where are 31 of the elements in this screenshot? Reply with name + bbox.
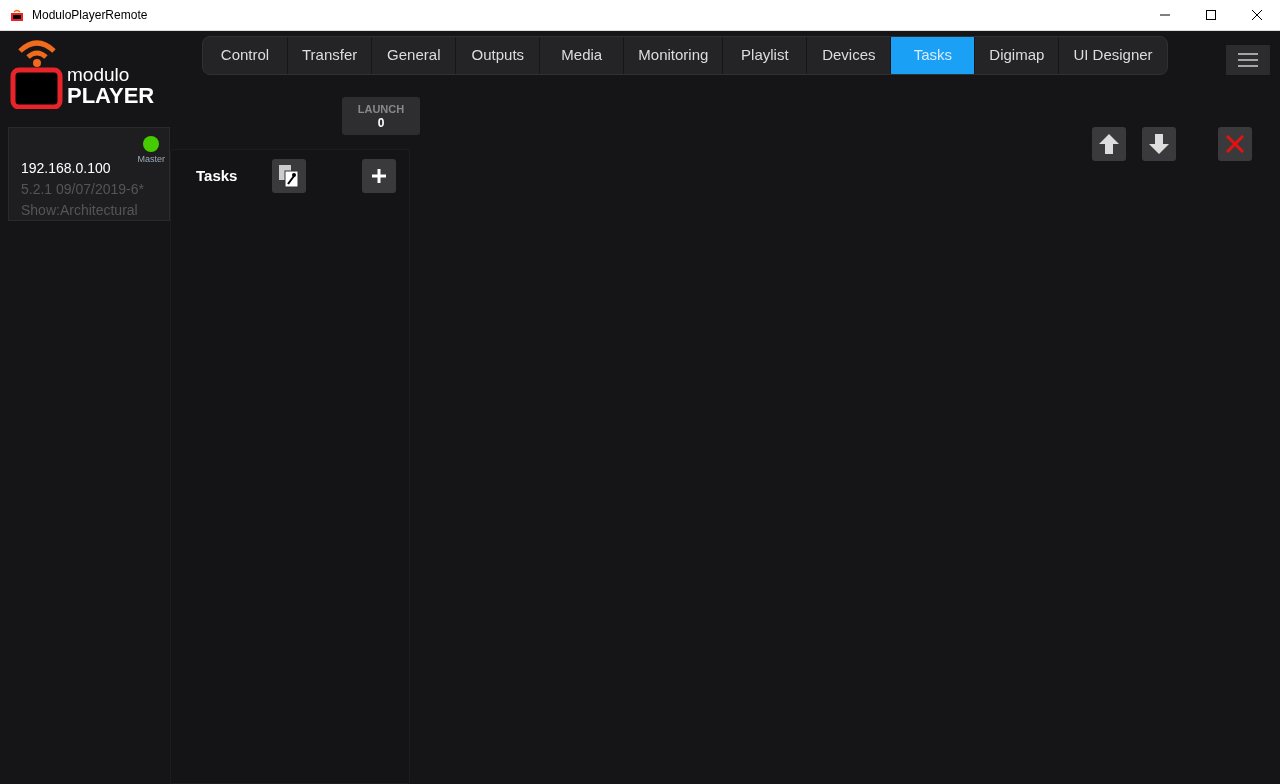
- close-icon: [1252, 10, 1262, 20]
- logo-text: modulo: [67, 65, 131, 85]
- move-down-button[interactable]: [1142, 127, 1176, 161]
- device-ip: 192.168.0.100: [21, 159, 111, 178]
- tab[interactable]: Media: [539, 37, 624, 74]
- tab[interactable]: Outputs: [455, 37, 540, 74]
- window-title: ModuloPlayerRemote: [32, 7, 148, 24]
- plus-icon: [372, 169, 386, 183]
- tab[interactable]: UI Designer: [1058, 37, 1167, 74]
- launch-button[interactable]: LAUNCH 0: [342, 97, 420, 135]
- menu-icon: [1238, 52, 1258, 68]
- add-button[interactable]: [362, 159, 396, 193]
- menu-button[interactable]: [1226, 45, 1270, 75]
- close-icon: [1226, 135, 1244, 153]
- arrow-up-icon: [1099, 134, 1119, 154]
- panel-title: Tasks: [196, 165, 239, 186]
- arrow-down-icon: [1149, 134, 1169, 154]
- tab[interactable]: General: [371, 37, 456, 74]
- role-label: Master: [137, 153, 165, 166]
- tab[interactable]: Transfer: [287, 37, 372, 74]
- app-icon: [10, 8, 24, 22]
- tab[interactable]: Playlist: [722, 37, 807, 74]
- logo-text: PLAYER: [67, 85, 155, 107]
- wizard-button[interactable]: [272, 159, 306, 193]
- tab[interactable]: Digimap: [974, 37, 1059, 74]
- tab[interactable]: Monitoring: [623, 37, 723, 74]
- copy-wand-icon: [278, 164, 300, 188]
- move-up-button[interactable]: [1092, 127, 1126, 161]
- maximize-icon: [1206, 10, 1216, 20]
- tab[interactable]: Control: [203, 37, 287, 74]
- logo-icon: [10, 37, 64, 109]
